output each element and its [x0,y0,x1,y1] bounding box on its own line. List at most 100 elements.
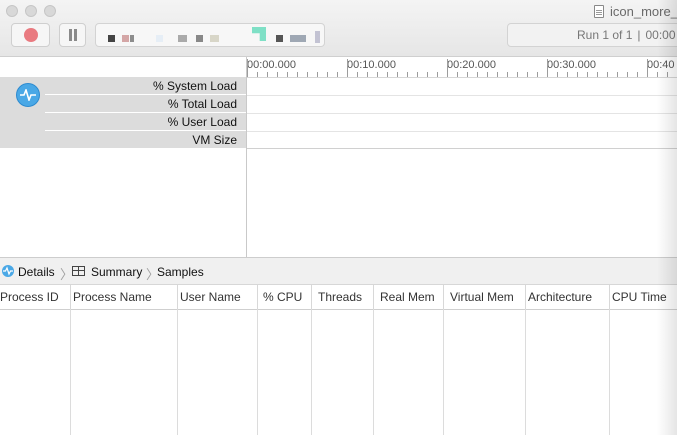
column-divider [609,309,610,435]
record-button[interactable] [11,23,50,47]
run-label: Run 1 of 1 [577,28,633,42]
minimize-window-button[interactable] [25,5,37,17]
ruler-tick [277,72,278,77]
window-title-text: icon_more_ [610,3,677,19]
track-label: % User Load [167,115,237,129]
ruler-tick-label: 00:00.000 [247,59,296,71]
track-header-column: % System Load % Total Load % User Load V… [0,57,247,257]
track-system-load[interactable]: % System Load [0,77,246,95]
column-header-process-id[interactable]: Process ID [0,285,71,309]
close-window-button[interactable] [6,5,18,17]
lane-divider [247,148,677,149]
target-chip [276,35,283,42]
ruler-tick [347,59,348,77]
column-header-cpu[interactable]: % CPU [260,285,311,309]
time-ruler[interactable]: 00:00.000 00:10.000 00:20.000 00:30.000 … [247,57,677,78]
ruler-tick [367,72,368,77]
ruler-tick [667,72,668,77]
run-separator: | [637,28,641,42]
column-divider [525,309,526,435]
ruler-tick [467,72,468,77]
column-header-virtual-mem[interactable]: Virtual Mem [447,285,525,309]
column-divider [311,285,312,309]
pause-icon [68,29,77,41]
target-selector[interactable] [95,23,325,47]
window-toolbar: icon_more_ Run 1 of 1 | 00:00 [0,0,677,57]
ruler-tick [297,72,298,77]
column-header-cpu-time[interactable]: CPU Time [609,285,677,309]
zoom-window-button[interactable] [44,5,56,17]
instrument-activity-monitor[interactable]: % System Load % Total Load % User Load V… [0,77,246,148]
target-chip [210,35,219,42]
ruler-tick [507,72,508,77]
ruler-tick [537,72,538,77]
ruler-tick [487,72,488,77]
ruler-tick [327,72,328,77]
ruler-tick [337,72,338,77]
ruler-tick [597,72,598,77]
column-divider [257,309,258,435]
column-divider [373,285,374,309]
ruler-tick [607,72,608,77]
target-chip [108,35,115,42]
target-chip [122,35,129,42]
ruler-tick [247,59,248,77]
target-chip [252,27,266,41]
ruler-tick [287,72,288,77]
target-chip [315,31,320,43]
target-chip [178,35,187,42]
timeline-area[interactable]: 00:00.000 00:10.000 00:20.000 00:30.000 … [247,57,677,257]
jump-bar: Details 〉 Summary 〉 Samples [0,257,677,285]
track-user-load[interactable]: % User Load [0,113,246,131]
track-total-load[interactable]: % Total Load [0,95,246,113]
process-table[interactable]: Process ID Process Name User Name % CPU … [0,285,677,435]
ruler-tick [407,72,408,77]
pause-button[interactable] [59,23,86,47]
run-indicator[interactable]: Run 1 of 1 | 00:00 [507,23,677,47]
ruler-tick [397,72,398,77]
ruler-tick [517,72,518,77]
column-header-architecture[interactable]: Architecture [525,285,609,309]
ruler-tick [617,72,618,77]
ruler-tick [317,72,318,77]
ruler-tick [647,59,648,77]
target-chip [196,35,203,42]
column-divider [257,285,258,309]
column-header-real-mem[interactable]: Real Mem [377,285,443,309]
ruler-tick [527,72,528,77]
ruler-tick [447,59,448,77]
ruler-tick [547,59,548,77]
column-header-process-name[interactable]: Process Name [70,285,177,309]
breadcrumb-summary[interactable]: Summary [91,265,142,279]
ruler-tick-label: 00:10.000 [347,59,396,71]
breadcrumb-samples[interactable]: Samples [157,265,204,279]
window-title: icon_more_ [594,2,677,20]
ruler-tick [637,72,638,77]
column-divider [70,309,71,435]
record-icon [23,28,38,42]
ruler-tick [557,72,558,77]
ruler-tick [307,72,308,77]
ruler-tick [267,72,268,77]
table-header: Process ID Process Name User Name % CPU … [0,285,677,310]
ruler-tick-label: 00:20.000 [447,59,496,71]
ruler-tick [587,72,588,77]
ruler-tick [377,72,378,77]
lane-divider [247,113,677,114]
lane-divider [247,95,677,96]
ruler-tick [417,72,418,77]
ruler-tick [657,72,658,77]
ruler-tick [387,72,388,77]
breadcrumb-details[interactable]: Details [18,265,55,279]
track-vm-size[interactable]: VM Size [0,131,246,149]
table-icon [72,266,85,276]
target-chip [156,35,163,42]
column-header-user-name[interactable]: User Name [177,285,257,309]
ruler-tick [437,72,438,77]
column-header-threads[interactable]: Threads [315,285,373,309]
document-icon [594,4,604,18]
track-label: VM Size [192,133,237,147]
column-divider [443,309,444,435]
ruler-tick [567,72,568,77]
ruler-tick [477,72,478,77]
